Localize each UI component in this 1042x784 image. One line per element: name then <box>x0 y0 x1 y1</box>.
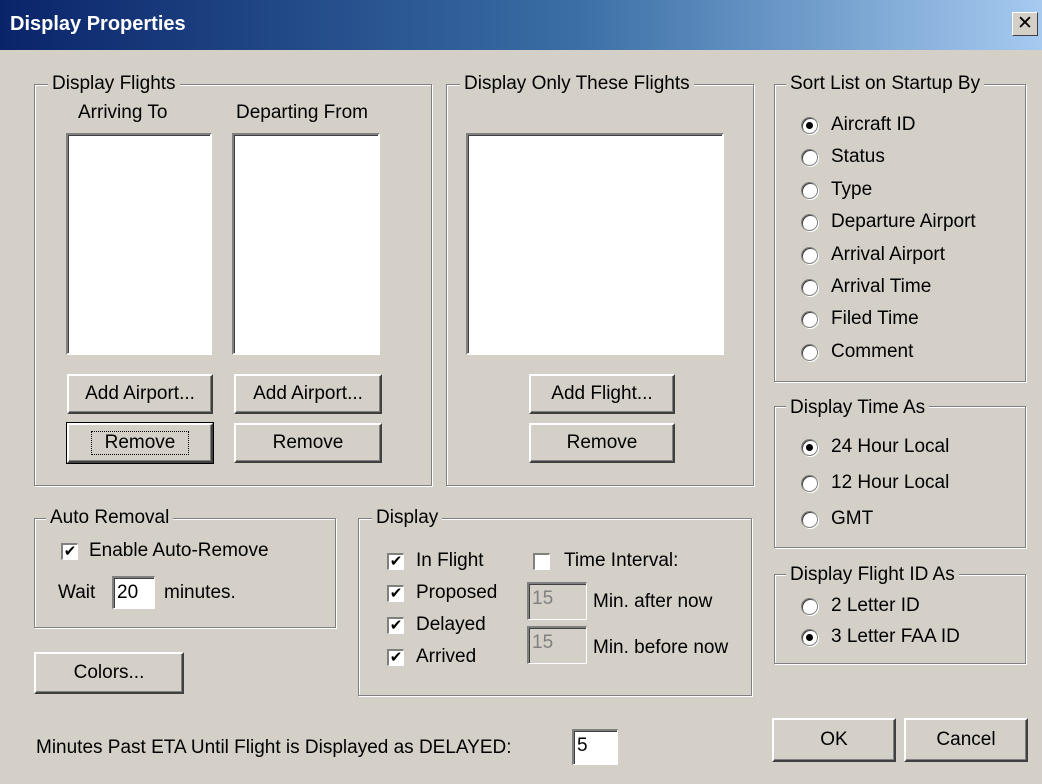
proposed-label: Proposed <box>416 582 498 603</box>
gmt-radio[interactable] <box>801 511 818 528</box>
display-flight-id-group <box>774 574 1026 664</box>
radio-selected-dot <box>806 634 813 641</box>
filed-time-label: Filed Time <box>831 308 919 330</box>
arriving-to-header: Arriving To <box>78 102 168 123</box>
delayed-label: Delayed <box>416 614 486 635</box>
minutes-label: minutes. <box>164 582 236 603</box>
add-departing-airport-button[interactable]: Add Airport... <box>234 374 382 414</box>
24-hour-local-radio[interactable] <box>801 439 818 456</box>
add-arriving-airport-button[interactable]: Add Airport... <box>67 374 213 414</box>
display-legend: Display <box>372 507 443 529</box>
arrival-time-label: Arrival Time <box>831 276 932 297</box>
delayed-threshold-input[interactable]: 5 <box>572 729 618 765</box>
arrival-time-radio[interactable] <box>801 279 818 296</box>
24-hour-local-label: 24 Hour Local <box>831 436 950 457</box>
arrived-checkbox[interactable]: ✔ <box>387 649 404 666</box>
radio-selected-dot <box>806 444 813 451</box>
departing-airports-list[interactable] <box>232 133 380 355</box>
close-button[interactable]: ✕ <box>1012 12 1038 36</box>
min-before-now-label: Min. before now <box>593 637 729 658</box>
wait-label: Wait <box>58 582 96 603</box>
aircraft-id-radio[interactable] <box>801 117 818 134</box>
wait-minutes-input[interactable]: 20 <box>112 576 155 609</box>
remove-arriving-label: Remove <box>90 431 190 455</box>
remove-flight-button[interactable]: Remove <box>529 423 675 463</box>
min-after-now-label: Min. after now <box>593 591 713 612</box>
comment-radio[interactable] <box>801 343 818 361</box>
arrived-label: Arrived <box>416 646 477 667</box>
departure-airport-label: Departure Airport <box>831 211 976 233</box>
type-radio[interactable] <box>801 181 818 199</box>
in-flight-label: In Flight <box>416 550 484 571</box>
2-letter-id-radio[interactable] <box>801 598 818 615</box>
remove-departing-airport-button[interactable]: Remove <box>234 423 382 463</box>
remove-arriving-airport-button[interactable]: Remove <box>66 422 214 464</box>
ok-button[interactable]: OK <box>772 718 896 762</box>
3-letter-faa-id-label: 3 Letter FAA ID <box>831 626 960 647</box>
gmt-label: GMT <box>831 508 874 529</box>
proposed-checkbox[interactable]: ✔ <box>387 585 404 602</box>
radio-selected-dot <box>806 122 813 129</box>
display-time-legend: Display Time As <box>786 397 930 419</box>
add-flight-button[interactable]: Add Flight... <box>529 374 675 414</box>
colors-button[interactable]: Colors... <box>34 652 184 694</box>
time-interval-checkbox[interactable] <box>533 553 550 570</box>
in-flight-checkbox[interactable]: ✔ <box>387 553 404 570</box>
comment-label: Comment <box>831 340 914 362</box>
arriving-airports-list[interactable] <box>66 133 212 355</box>
aircraft-id-label: Aircraft ID <box>831 114 916 135</box>
cancel-button[interactable]: Cancel <box>904 718 1028 762</box>
3-letter-faa-id-radio[interactable] <box>801 629 818 646</box>
auto-removal-legend: Auto Removal <box>46 507 174 529</box>
sort-list-legend: Sort List on Startup By <box>786 73 985 95</box>
delayed-checkbox[interactable]: ✔ <box>387 617 404 634</box>
display-only-legend: Display Only These Flights <box>460 73 694 95</box>
12-hour-local-label: 12 Hour Local <box>831 472 950 493</box>
2-letter-id-label: 2 Letter ID <box>831 595 920 616</box>
time-interval-label: Time Interval: <box>564 550 679 571</box>
enable-auto-remove-label: Enable Auto-Remove <box>89 540 269 561</box>
close-icon: ✕ <box>1017 13 1033 34</box>
display-flight-id-legend: Display Flight ID As <box>786 564 959 586</box>
min-after-now-input[interactable]: 15 <box>527 582 587 620</box>
enable-auto-remove-checkbox[interactable]: ✔ <box>61 543 78 560</box>
12-hour-local-radio[interactable] <box>801 475 818 492</box>
delayed-threshold-label: Minutes Past ETA Until Flight is Display… <box>36 737 512 758</box>
departing-from-header: Departing From <box>236 102 368 123</box>
arrival-airport-label: Arrival Airport <box>831 243 946 265</box>
type-label: Type <box>831 178 873 200</box>
min-before-now-input[interactable]: 15 <box>527 626 587 664</box>
flights-list[interactable] <box>466 133 724 355</box>
display-flights-legend: Display Flights <box>48 73 180 95</box>
window-title: Display Properties <box>10 13 186 35</box>
arrival-airport-radio[interactable] <box>801 246 818 264</box>
status-label: Status <box>831 146 885 168</box>
auto-removal-group <box>34 518 336 628</box>
